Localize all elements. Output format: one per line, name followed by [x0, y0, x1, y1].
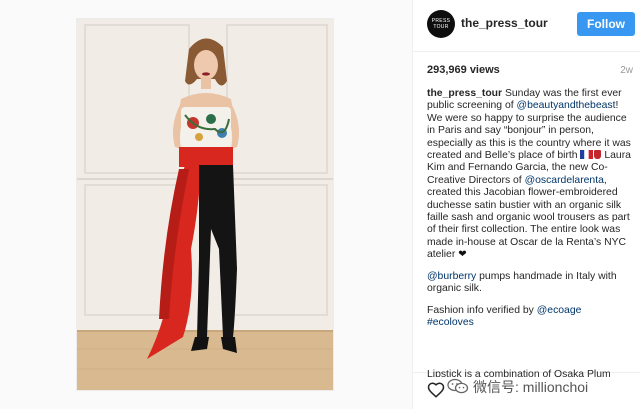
post-footer: Lipstick is a combination of Osaka Plum …: [413, 369, 640, 409]
black-heart-icon: ❤: [458, 249, 467, 261]
post-photo[interactable]: [76, 18, 334, 391]
mention-ecoage[interactable]: @ecoage: [537, 305, 582, 316]
caption-text-3: Fashion info verified by: [427, 304, 537, 316]
caption-cut-line: Lipstick is a combination of Osaka Plum: [427, 369, 611, 377]
caption-text-1d: , created this Jacobian flower-embroider…: [427, 174, 630, 261]
post-photo-image: [77, 19, 333, 390]
heart-outline-icon[interactable]: [427, 381, 445, 399]
mention-burberry[interactable]: @burberry: [427, 271, 476, 282]
mention-oscardelarenta[interactable]: @oscardelarenta: [525, 175, 604, 186]
instagram-post-frame: PRESS TOUR the_press_tour Follow 293,969…: [0, 0, 640, 409]
caption-paragraph-1: the_press_tour Sunday was the first ever…: [427, 88, 633, 262]
hashtag-ecoloves[interactable]: #ecoloves: [427, 317, 474, 328]
post-stats: 293,969 views 2w: [427, 62, 633, 82]
post-caption: the_press_tour Sunday was the first ever…: [427, 88, 633, 338]
caption-paragraph-2: @burberry pumps handmade in Italy with o…: [427, 271, 633, 296]
caption-author-link[interactable]: the_press_tour: [427, 88, 502, 99]
username-link[interactable]: the_press_tour: [461, 16, 548, 30]
post-header: PRESS TOUR the_press_tour Follow: [413, 0, 640, 52]
view-count: 293,969 views: [427, 64, 500, 76]
profile-avatar[interactable]: PRESS TOUR: [427, 10, 455, 38]
post-side-panel: PRESS TOUR the_press_tour Follow 293,969…: [412, 0, 640, 409]
post-time-ago[interactable]: 2w: [620, 65, 633, 76]
wechat-watermark: 微信号: millionchoi: [447, 377, 588, 397]
wechat-icon: [447, 378, 469, 394]
watermark-text: 微信号: millionchoi: [473, 379, 589, 395]
follow-button[interactable]: Follow: [577, 12, 635, 36]
mention-beautyandthebeast[interactable]: @beautyandthebeast: [517, 100, 616, 111]
france-flag-icon: [580, 150, 594, 160]
caption-paragraph-3: Fashion info verified by @ecoage #ecolove…: [427, 305, 633, 330]
